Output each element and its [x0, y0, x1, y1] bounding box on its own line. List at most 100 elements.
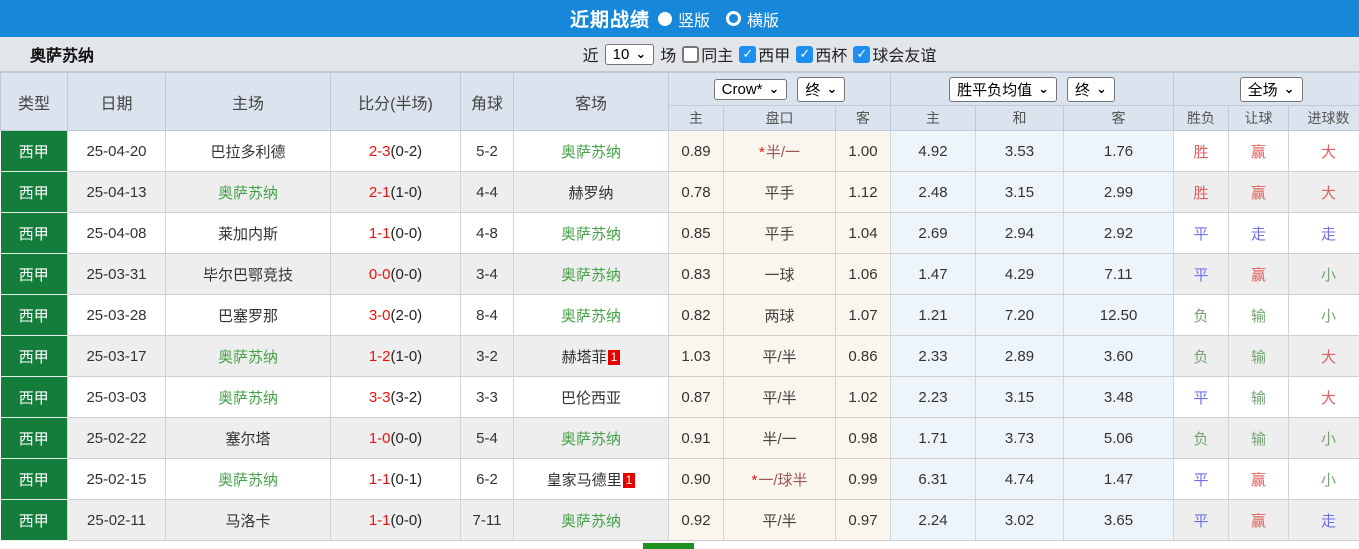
result-goals: 大: [1288, 171, 1359, 213]
vertical-layout-label[interactable]: 竖版: [678, 7, 710, 31]
home-team[interactable]: 奥萨苏纳: [218, 472, 278, 489]
same-home-checkbox[interactable]: [682, 45, 700, 63]
avg-home-value: 2.48: [890, 171, 977, 213]
away-team[interactable]: 奥萨苏纳: [561, 308, 621, 325]
avg-odds-select[interactable]: 胜平负均值 ⌄: [949, 76, 1058, 102]
result-wdl: 胜: [1173, 171, 1230, 213]
avg-home-value: 6.31: [890, 458, 977, 500]
home-team[interactable]: 巴塞罗那: [218, 308, 278, 325]
away-team[interactable]: 奥萨苏纳: [561, 144, 621, 161]
odds-company-select[interactable]: Crow* ⌄: [713, 78, 788, 100]
friendly-checkbox[interactable]: ✓: [853, 45, 871, 63]
handicap-cell: 平/半: [723, 499, 836, 541]
odds-home-value: 1.03: [668, 335, 724, 377]
avg-draw-value: 3.53: [975, 130, 1065, 172]
away-team[interactable]: 赫罗纳: [568, 185, 613, 202]
odds-away-value: 0.98: [835, 417, 892, 459]
handicap-value: 平/半: [762, 389, 797, 407]
result-wdl: 平: [1173, 376, 1230, 418]
subcol-result-handicap: 让球: [1228, 105, 1290, 131]
handicap-value: 平/半: [762, 512, 797, 530]
chevron-down-icon: ⌄: [1038, 80, 1050, 96]
result-goals: 小: [1288, 294, 1359, 336]
result-handicap: 走: [1228, 212, 1290, 254]
odds-state-select[interactable]: 终 ⌄: [797, 76, 846, 102]
result-handicap: 输: [1228, 294, 1290, 336]
corner-score: 5-4: [460, 417, 514, 459]
full-match-select[interactable]: 全场 ⌄: [1239, 76, 1303, 102]
away-team[interactable]: 赫塔菲: [562, 349, 607, 366]
table-row: 西甲 25-03-03 奥萨苏纳 3-3(3-2) 3-3 巴伦西亚 0.87 …: [0, 376, 1359, 418]
home-team[interactable]: 马洛卡: [225, 513, 270, 530]
col-home: 主场: [165, 72, 331, 131]
handicap-cell: 一球: [723, 253, 836, 295]
result-wdl: 胜: [1173, 130, 1230, 172]
corner-score: 3-2: [460, 335, 514, 377]
away-team[interactable]: 巴伦西亚: [561, 390, 621, 407]
laliga-label[interactable]: 西甲: [758, 42, 790, 66]
result-handicap: 赢: [1228, 458, 1290, 500]
odds-home-value: 0.91: [668, 417, 724, 459]
away-team[interactable]: 奥萨苏纳: [561, 226, 621, 243]
result-wdl: 负: [1173, 335, 1230, 377]
match-date: 25-03-03: [67, 376, 166, 418]
vertical-layout-radio[interactable]: [657, 11, 672, 26]
league-badge: 西甲: [0, 253, 68, 295]
avg-home-value: 2.24: [890, 499, 977, 541]
home-team[interactable]: 莱加内斯: [218, 226, 278, 243]
home-team[interactable]: 奥萨苏纳: [218, 390, 278, 407]
match-date: 25-03-17: [67, 335, 166, 377]
result-wdl: 平: [1173, 253, 1230, 295]
copa-label[interactable]: 西杯: [815, 42, 847, 66]
laliga-checkbox[interactable]: ✓: [739, 45, 757, 63]
filter-bar: 奥萨苏纳 近 10 ⌄ 场 同主 ✓ 西甲 ✓ 西杯 ✓ 球会友谊: [0, 37, 1359, 72]
home-team[interactable]: 奥萨苏纳: [218, 185, 278, 202]
home-team-cell: 巴拉多利德: [165, 130, 331, 172]
match-rows: 西甲 25-04-20 巴拉多利德 2-3(0-2) 5-2 奥萨苏纳 0.89…: [0, 130, 1359, 541]
away-team[interactable]: 奥萨苏纳: [561, 513, 621, 530]
score-cell: 2-1(1-0): [330, 171, 461, 213]
score-cell: 3-0(2-0): [330, 294, 461, 336]
result-goals: 大: [1288, 130, 1359, 172]
odds-home-value: 0.85: [668, 212, 724, 254]
handicap-changed-star: *: [751, 471, 758, 489]
home-team[interactable]: 毕尔巴鄂竞技: [203, 267, 293, 284]
fulltime-score: 1-1: [368, 470, 391, 488]
corner-score: 5-2: [460, 130, 514, 172]
copa-checkbox[interactable]: ✓: [796, 45, 814, 63]
horizontal-layout-radio[interactable]: [726, 11, 741, 26]
avg-home-value: 2.23: [890, 376, 977, 418]
friendly-label[interactable]: 球会友谊: [872, 42, 936, 66]
score-cell: 1-0(0-0): [330, 417, 461, 459]
fulltime-score: 1-0: [368, 429, 391, 447]
avg-state-select[interactable]: 终 ⌄: [1067, 76, 1115, 102]
handicap-value: 平/半: [762, 348, 797, 366]
away-team[interactable]: 奥萨苏纳: [561, 431, 621, 448]
table-row: 西甲 25-03-28 巴塞罗那 3-0(2-0) 8-4 奥萨苏纳 0.82 …: [0, 294, 1359, 336]
result-wdl: 平: [1173, 458, 1230, 500]
home-team-cell: 塞尔塔: [165, 417, 331, 459]
subcol-odds-home: 主: [668, 105, 724, 131]
home-team[interactable]: 奥萨苏纳: [218, 349, 278, 366]
league-badge: 西甲: [0, 417, 68, 459]
handicap-cell: 平/半: [723, 335, 836, 377]
same-home-label[interactable]: 同主: [701, 42, 733, 66]
horizontal-layout-label[interactable]: 横版: [747, 7, 779, 31]
recent-count-select[interactable]: 10 ⌄: [604, 43, 655, 65]
odds-home-value: 0.78: [668, 171, 724, 213]
handicap-value: 一/球半: [758, 471, 808, 489]
odds-home-value: 0.90: [668, 458, 724, 500]
away-team[interactable]: 奥萨苏纳: [561, 267, 621, 284]
home-team-cell: 莱加内斯: [165, 212, 331, 254]
halftime-score: (0-0): [390, 429, 423, 447]
home-team[interactable]: 巴拉多利德: [210, 144, 285, 161]
table-row: 西甲 25-02-11 马洛卡 1-1(0-0) 7-11 奥萨苏纳 0.92 …: [0, 499, 1359, 541]
avg-draw-value: 3.73: [975, 417, 1065, 459]
handicap-value: 半/一: [765, 143, 800, 161]
avg-draw-value: 4.74: [975, 458, 1065, 500]
avg-home-value: 1.21: [890, 294, 977, 336]
home-team[interactable]: 塞尔塔: [225, 431, 270, 448]
handicap-cell: 两球: [723, 294, 836, 336]
handicap-changed-star: *: [758, 143, 765, 161]
away-team[interactable]: 皇家马德里: [547, 472, 622, 489]
